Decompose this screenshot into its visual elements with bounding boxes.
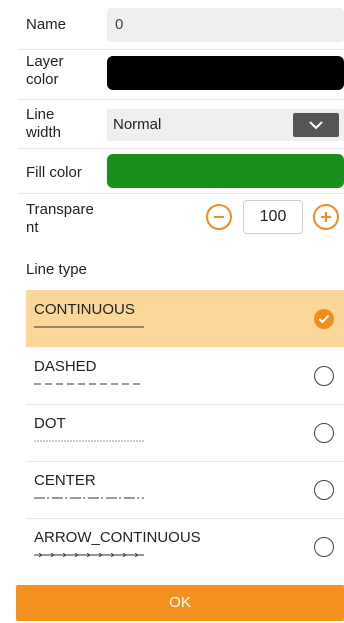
layer-color-swatch[interactable]	[107, 56, 344, 90]
minus-circle-icon	[214, 216, 224, 218]
fill-color-label: Fill color	[26, 164, 82, 181]
line-type-item[interactable]: DASHED	[26, 347, 344, 404]
divider	[18, 193, 344, 194]
line-type-name: ARROW_CONTINUOUS	[34, 529, 201, 546]
transparency-label-line-1: Transpare	[26, 201, 94, 218]
name-row: Name 0	[0, 0, 344, 50]
name-field-value: 0	[115, 16, 124, 33]
line-type-name: DOT	[34, 415, 66, 432]
line-type-item[interactable]: CENTER	[26, 461, 344, 518]
line-type-sample	[34, 383, 140, 385]
radio-button[interactable]	[314, 366, 334, 386]
fill-color-swatch[interactable]	[107, 154, 344, 188]
radio-button[interactable]	[314, 423, 334, 443]
radio-button[interactable]	[314, 480, 334, 500]
decrease-transparency-button[interactable]	[206, 204, 232, 230]
line-width-row: Line width Normal	[0, 100, 344, 148]
check-icon	[318, 314, 330, 324]
line-type-item[interactable]: ARROW_CONTINUOUS	[26, 518, 344, 575]
line-width-value: Normal	[113, 116, 162, 133]
line-width-select[interactable]: Normal	[107, 109, 344, 141]
line-width-label: Line width	[26, 106, 61, 142]
line-type-label: Line type	[26, 261, 87, 278]
line-type-name: CONTINUOUS	[34, 301, 135, 318]
transparency-value[interactable]: 100	[243, 200, 303, 234]
name-label: Name	[26, 16, 67, 33]
plus-circle-icon	[321, 212, 331, 222]
line-width-dropdown-button[interactable]	[293, 113, 339, 137]
line-type-sample	[34, 553, 144, 557]
line-type-sample	[34, 326, 144, 328]
ok-button[interactable]: OK	[16, 585, 344, 621]
transparency-label: Transpare nt	[26, 201, 94, 237]
layer-color-label-line-1: Layer	[26, 53, 64, 70]
layer-color-row: Layer color	[0, 50, 344, 98]
selected-radio[interactable]	[314, 309, 334, 329]
line-type-sample	[34, 497, 144, 499]
layer-color-label: Layer color	[26, 53, 64, 89]
transparency-label-line-2: nt	[26, 219, 39, 236]
fill-color-row: Fill color	[0, 149, 344, 195]
chevron-down-icon	[309, 121, 323, 130]
line-width-label-line-2: width	[26, 124, 62, 141]
line-type-sample	[34, 440, 144, 442]
line-type-item[interactable]: DOT	[26, 404, 344, 461]
radio-button[interactable]	[314, 537, 334, 557]
line-type-name: DASHED	[34, 358, 97, 375]
layer-color-label-line-2: color	[26, 71, 59, 88]
line-type-name: CENTER	[34, 472, 96, 489]
line-type-item[interactable]: CONTINUOUS	[26, 290, 344, 347]
line-width-label-line-1: Line	[26, 106, 55, 123]
increase-transparency-button[interactable]	[313, 204, 339, 230]
name-field[interactable]: 0	[107, 8, 344, 42]
